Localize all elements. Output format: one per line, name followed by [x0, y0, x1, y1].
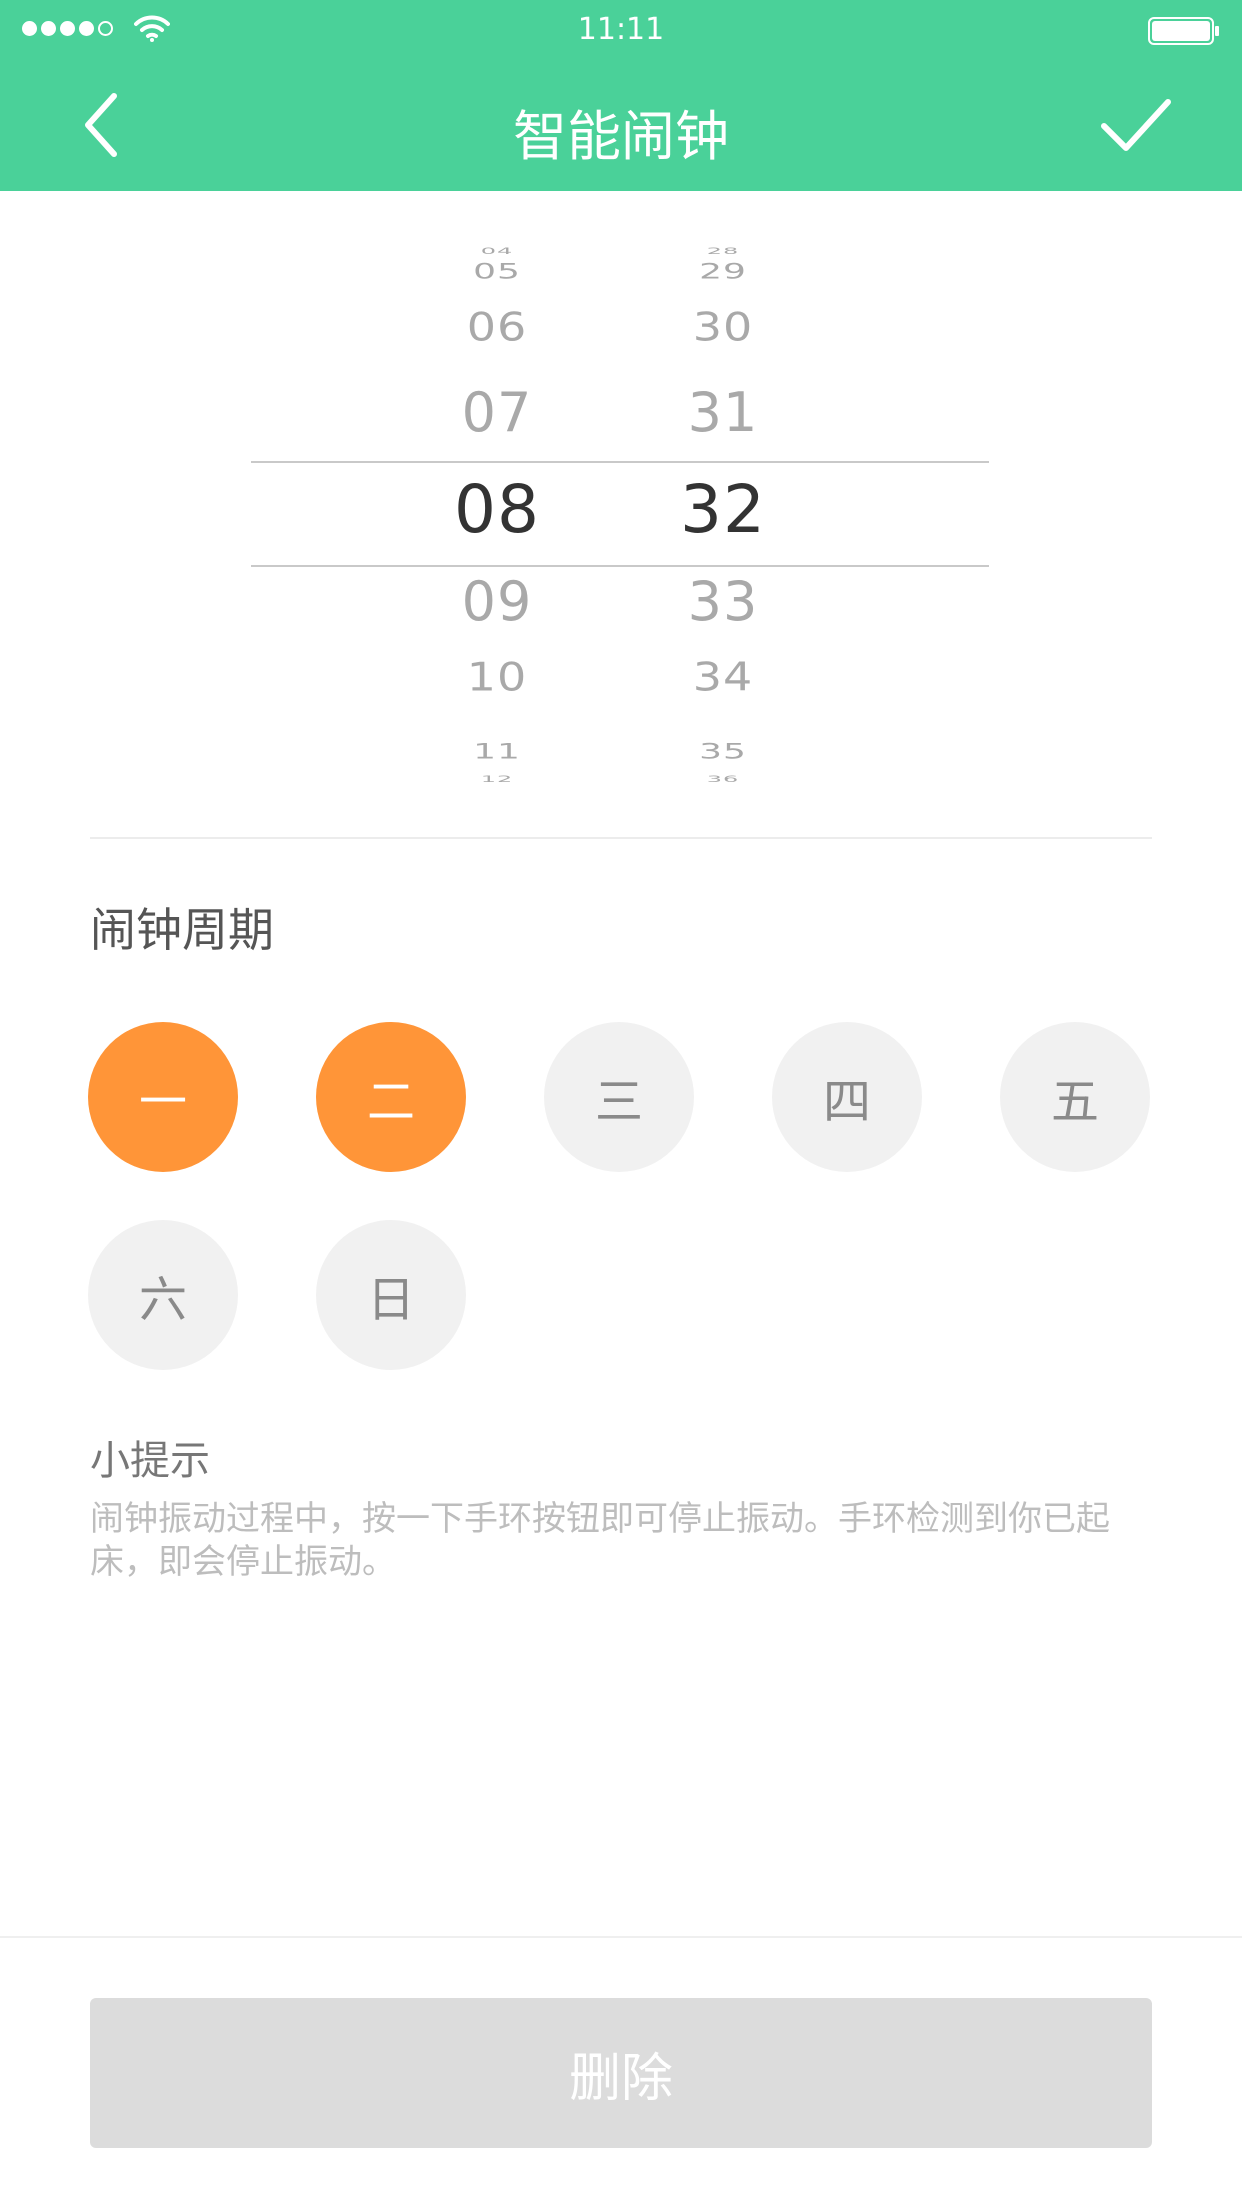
picker-divider-bottom — [251, 565, 989, 567]
weekday-toggle[interactable]: 日 — [316, 1220, 466, 1370]
weekday-toggle[interactable]: 六 — [88, 1220, 238, 1370]
page-title: 智能闹钟 — [513, 105, 729, 168]
picker-option[interactable]: 33 — [623, 570, 823, 633]
nav-header: 11:11 智能闹钟 — [0, 0, 1242, 191]
weekday-toggle[interactable]: 一 — [88, 1022, 238, 1172]
picker-option[interactable]: 35 — [623, 739, 823, 764]
weekday-toggle[interactable]: 四 — [772, 1022, 922, 1172]
picker-option[interactable]: 30 — [623, 304, 823, 350]
time-picker[interactable]: 04 05 06 07 08 09 10 11 12 28 29 30 31 32 33 34 35 36 — [0, 191, 1242, 831]
battery-full-icon — [1148, 17, 1219, 45]
picker-option[interactable]: 32 — [623, 471, 823, 548]
status-bar: 11:11 — [0, 0, 1242, 60]
delete-button[interactable]: 删除 — [90, 1998, 1152, 2148]
picker-option[interactable]: 05 — [397, 259, 597, 284]
checkmark-icon[interactable] — [1100, 96, 1172, 156]
weekday-toggle[interactable]: 三 — [544, 1022, 694, 1172]
picker-option[interactable]: 07 — [397, 381, 597, 444]
picker-option[interactable]: 08 — [397, 471, 597, 548]
divider — [0, 1936, 1242, 1938]
weekday-toggle[interactable]: 五 — [1000, 1022, 1150, 1172]
divider — [90, 837, 1152, 839]
picker-option[interactable]: 11 — [397, 739, 597, 764]
period-title: 闹钟周期 — [90, 903, 274, 957]
status-time: 11:11 — [577, 12, 665, 47]
weekday-toggle[interactable]: 二 — [316, 1022, 466, 1172]
picker-option[interactable]: 36 — [623, 774, 823, 784]
hour-wheel[interactable]: 04 05 06 07 08 09 10 11 12 — [397, 191, 597, 831]
picker-option[interactable]: 34 — [623, 654, 823, 700]
picker-option[interactable]: 04 — [397, 246, 597, 256]
tip-text: 闹钟振动过程中，按一下手环按钮即可停止振动。手环检测到你已起床，即会停止振动。 — [90, 1499, 1110, 1582]
picker-divider-top — [251, 461, 989, 463]
picker-option[interactable]: 12 — [397, 774, 597, 784]
picker-option[interactable]: 10 — [397, 654, 597, 700]
picker-option[interactable]: 09 — [397, 570, 597, 633]
tip-title: 小提示 — [90, 1438, 210, 1484]
picker-option[interactable]: 29 — [623, 259, 823, 284]
minute-wheel[interactable]: 28 29 30 31 32 33 34 35 36 — [623, 191, 823, 831]
picker-option[interactable]: 28 — [623, 246, 823, 256]
picker-option[interactable]: 31 — [623, 381, 823, 444]
picker-option[interactable]: 06 — [397, 304, 597, 350]
